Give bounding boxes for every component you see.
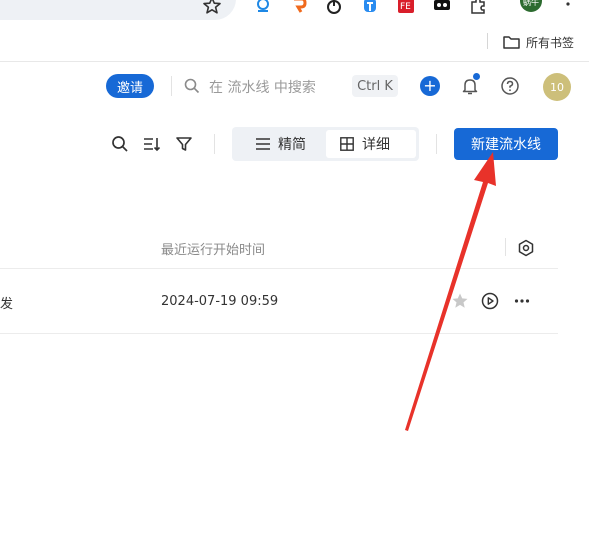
new-pipeline-button[interactable]: 新建流水线 <box>454 128 558 160</box>
view-detail-option[interactable]: 详细 <box>326 130 416 158</box>
header-separator <box>171 76 172 96</box>
all-bookmarks-label: 所有书签 <box>526 35 575 50</box>
bookmark-star-icon[interactable] <box>202 0 222 16</box>
row-divider <box>0 333 558 334</box>
filter-icon[interactable] <box>175 135 193 153</box>
view-mode-toggle: 精简 详细 <box>232 127 419 161</box>
view-simple-label: 精简 <box>278 137 306 153</box>
column-settings-icon[interactable] <box>517 239 535 257</box>
grid-view-icon <box>340 137 354 151</box>
column-separator <box>505 238 506 256</box>
extension-3-icon[interactable] <box>325 0 343 15</box>
global-search-input[interactable]: 在 流水线 中搜索 <box>209 77 316 97</box>
help-icon[interactable] <box>500 76 520 96</box>
table-header-divider <box>0 268 558 269</box>
extensions-puzzle-icon[interactable] <box>469 0 487 15</box>
profile-avatar[interactable]: 蜗牛 <box>520 0 542 12</box>
all-bookmarks-button[interactable]: 所有书签 <box>503 32 574 52</box>
favorite-star-icon[interactable] <box>451 292 469 310</box>
last-run-time-cell: 2024-07-19 09:59 <box>161 294 279 309</box>
extension-5-icon[interactable]: FE <box>397 0 415 15</box>
extension-1-icon[interactable] <box>254 0 272 15</box>
notification-dot <box>473 73 480 80</box>
sort-icon[interactable] <box>143 135 161 153</box>
browser-toolbar: FE 蜗牛 所有书签 <box>0 0 589 61</box>
view-detail-label: 详细 <box>362 137 390 153</box>
svg-text:FE: FE <box>400 2 411 12</box>
list-search-icon[interactable] <box>111 135 129 153</box>
folder-icon <box>503 36 520 49</box>
column-header-last-run[interactable]: 最近运行开始时间 <box>161 239 265 258</box>
search-icon[interactable] <box>184 78 200 94</box>
extension-6-icon[interactable] <box>433 0 451 15</box>
chrome-divider <box>0 61 589 62</box>
user-avatar[interactable]: 10 <box>543 73 571 101</box>
view-simple-option[interactable]: 精简 <box>242 130 330 158</box>
pipeline-name-cell[interactable]: 发 <box>0 293 13 312</box>
invite-button[interactable]: 邀请 <box>106 74 154 98</box>
bookmarks-divider <box>487 33 488 49</box>
run-play-icon[interactable] <box>481 292 499 310</box>
address-bar[interactable] <box>0 0 236 20</box>
search-shortcut-hint: Ctrl K <box>352 75 398 97</box>
create-plus-button[interactable]: + <box>420 76 440 96</box>
toolbar-separator <box>214 134 215 154</box>
extension-2-icon[interactable] <box>290 0 308 15</box>
extension-4-icon[interactable] <box>361 0 379 15</box>
browser-menu-icon[interactable] <box>566 0 570 10</box>
toolbar-separator-2 <box>436 134 437 154</box>
more-actions-icon[interactable] <box>513 292 531 310</box>
list-view-icon <box>256 138 270 150</box>
